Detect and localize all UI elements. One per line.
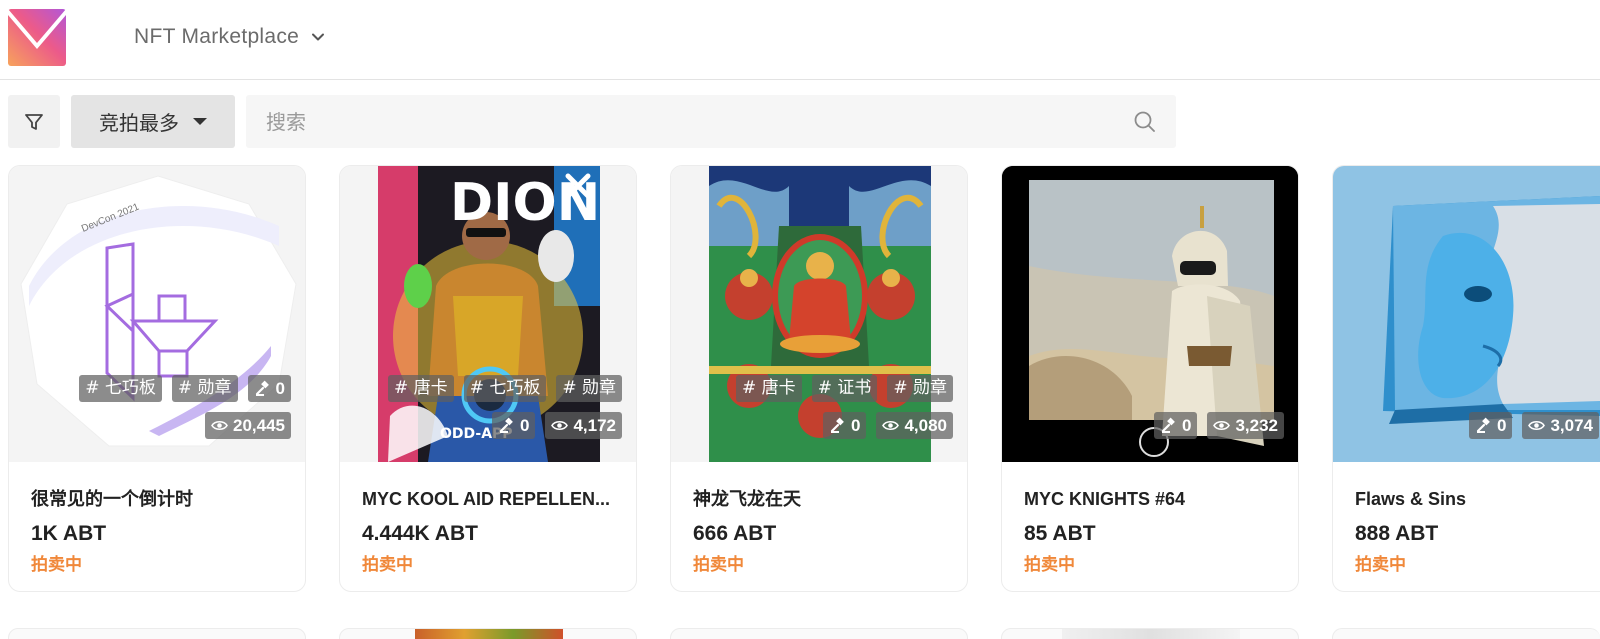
nft-card-placeholder[interactable] [670,628,968,639]
app-title: NFT Marketplace [134,25,300,48]
auction-status: 拍卖中 [1355,555,1406,575]
search-input[interactable] [246,95,1176,148]
tag-badge[interactable]: # 七巧板 [463,375,547,402]
nft-name: MYC KNIGHTS #64 [1024,489,1186,509]
card-info: MYC KOOL AID REPELLEN... 4.444K ABT 拍卖中 [362,486,622,577]
nft-image: DION ODD-APP # 唐卡 # 七巧板 # 勋章 0 4,172 [340,166,636,462]
bid-count: 0 [491,412,536,439]
bid-count: 0 [1469,412,1513,439]
nft-card-placeholder[interactable] [1001,628,1299,639]
gavel-icon [499,417,513,433]
card-info: Flaws & Sins 888 ABT 拍卖中 [1355,486,1586,577]
view-count: 3,232 [1207,412,1284,439]
gavel-icon [255,380,269,396]
filter-icon [25,113,43,130]
view-count: 4,172 [545,412,622,439]
nft-card-placeholder[interactable] [1332,628,1600,639]
nft-card[interactable]: DevCon 2021 Day 1 # 七巧板 # 勋章 0 20,445 很常… [8,165,306,592]
bid-count: 0 [1153,412,1198,439]
search-icon[interactable] [1133,110,1156,133]
nft-image: DevCon 2021 Day 1 # 七巧板 # 勋章 0 20,445 [9,166,305,462]
view-count: 4,080 [876,412,953,439]
eye-icon [1213,420,1231,431]
sort-label: 竞拍最多 [99,111,179,135]
tag-list: # 唐卡 # 证书 # 勋章 [736,375,953,402]
nft-price: 888 ABT [1355,522,1439,545]
nft-image: 0 3,232 [1002,166,1298,462]
nft-name: 神龙飞龙在天 [693,489,801,509]
nft-name: Flaws & Sins [1355,489,1467,509]
marketplace-logo[interactable] [8,9,66,66]
nft-card[interactable]: # 唐卡 # 证书 # 勋章 0 4,080 神龙飞龙在天 666 ABT 拍卖… [670,165,968,592]
nft-name: MYC KOOL AID REPELLEN... [362,489,611,509]
eye-icon [211,420,228,431]
chevron-down-icon [312,33,325,41]
stat-list: 20,445 [205,412,291,439]
tag-badge[interactable]: # 七巧板 [79,375,162,402]
stat-list: 0 3,074 [1469,412,1600,439]
nft-image: 0 3,074 [1333,166,1600,462]
nft-price: 666 ABT [693,522,777,545]
nft-price: 1K ABT [31,522,107,545]
nft-card[interactable]: 0 3,232 MYC KNIGHTS #64 85 ABT 拍卖中 [1001,165,1299,592]
eye-icon [1528,420,1546,431]
eye-icon [882,420,900,431]
nft-image [415,629,563,639]
tag-badge[interactable]: # 证书 [811,375,878,402]
tag-badge[interactable]: # 唐卡 [736,375,802,402]
stat-list: 0 3,232 [1153,412,1284,439]
view-count: 3,074 [1522,412,1600,439]
gavel-icon [830,417,844,433]
auction-status: 拍卖中 [31,555,82,575]
app-header: NFT Marketplace [0,0,1600,80]
view-count: 20,445 [205,412,291,439]
nft-price: 4.444K ABT [362,522,478,545]
tag-badge[interactable]: # 勋章 [171,375,238,402]
nft-image: # 唐卡 # 证书 # 勋章 0 4,080 [671,166,967,462]
tag-list: # 唐卡 # 七巧板 # 勋章 [388,375,622,402]
nft-card-placeholder[interactable] [8,628,306,639]
nft-card-placeholder[interactable] [339,628,637,639]
card-info: 很常见的一个倒计时 1K ABT 拍卖中 [31,486,291,577]
bid-count: 0 [247,375,291,402]
nft-price: 85 ABT [1024,522,1096,545]
sort-dropdown[interactable]: 竞拍最多 [71,95,235,148]
nft-card[interactable]: 0 3,074 Flaws & Sins 888 ABT 拍卖中 [1332,165,1600,592]
search-bar [246,95,1176,148]
auction-status: 拍卖中 [1024,555,1075,575]
nft-name: 很常见的一个倒计时 [31,489,193,509]
tag-list: # 七巧板 # 勋章 0 [79,375,291,402]
auction-status: 拍卖中 [362,555,413,575]
app-switcher[interactable]: NFT Marketplace [134,22,325,52]
card-info: MYC KNIGHTS #64 85 ABT 拍卖中 [1024,486,1284,577]
gavel-icon [1161,417,1175,433]
card-info: 神龙飞龙在天 666 ABT 拍卖中 [693,486,953,577]
nft-image [1062,629,1240,639]
tag-badge[interactable]: # 勋章 [887,375,953,402]
filter-button[interactable] [8,95,60,148]
eye-icon [551,420,569,431]
caret-down-icon [193,118,207,125]
tag-badge[interactable]: # 唐卡 [388,375,454,402]
gavel-icon [1476,417,1490,433]
stat-list: 0 4,080 [822,412,953,439]
nft-card[interactable]: DION ODD-APP # 唐卡 # 七巧板 # 勋章 0 4,172 MYC… [339,165,637,592]
tag-badge[interactable]: # 勋章 [556,375,622,402]
auction-status: 拍卖中 [693,555,744,575]
stat-list: 0 4,172 [491,412,622,439]
bid-count: 0 [822,412,867,439]
